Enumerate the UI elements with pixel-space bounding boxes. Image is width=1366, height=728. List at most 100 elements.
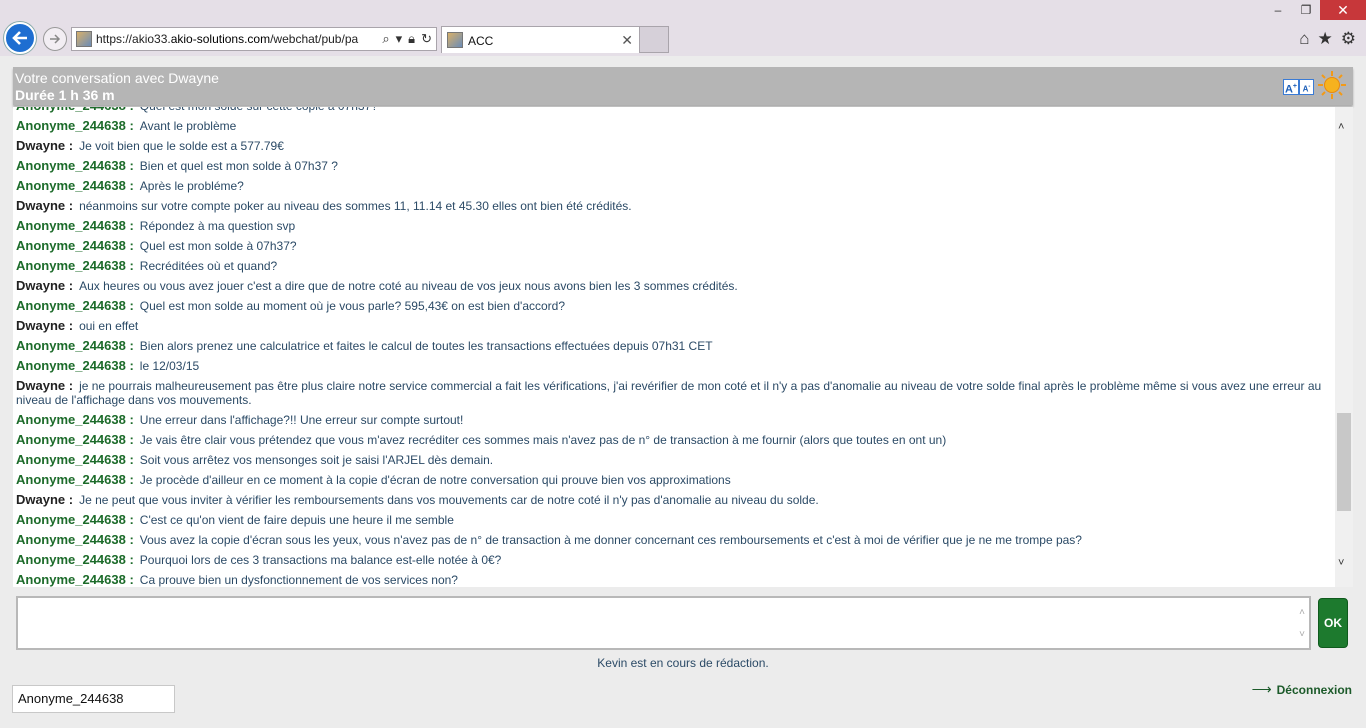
message-author: Anonyme_244638 : bbox=[16, 258, 134, 273]
message-author: Anonyme_244638 : bbox=[16, 412, 134, 427]
message-text: je ne pourrais malheureusement pas être … bbox=[16, 379, 1322, 407]
message-list: Anonyme_244638 : Quel est mon solde sur c… bbox=[16, 107, 1332, 587]
chat-message: Anonyme_244638 : Je procède d'ailleur en … bbox=[16, 472, 1332, 488]
chat-scrollbar[interactable]: ˄ ˅ bbox=[1335, 107, 1353, 587]
minimize-icon[interactable]: – bbox=[1264, 0, 1292, 20]
favorites-star-icon[interactable]: ★ bbox=[1318, 29, 1333, 49]
chat-message: Anonyme_244638 : Je vais être clair vous … bbox=[16, 432, 1332, 448]
message-text: Vous avez la copie d'écran sous les yeux… bbox=[139, 533, 1082, 547]
message-text: Aux heures ou vous avez jouer c'est a di… bbox=[79, 279, 738, 293]
tab-favicon-icon bbox=[447, 32, 463, 48]
chat-message: Anonyme_244638 : Quel est mon solde au mo… bbox=[16, 298, 1332, 314]
message-text: Avant le problème bbox=[139, 119, 237, 133]
message-author: Anonyme_244638 : bbox=[16, 512, 134, 527]
url-text: https://akio33.akio-solutions.com/webcha… bbox=[96, 32, 359, 46]
chat-message: Anonyme_244638 : Ca prouve bien un dysfon… bbox=[16, 572, 1332, 588]
address-bar[interactable]: https://akio33.akio-solutions.com/webcha… bbox=[71, 27, 437, 51]
dropdown-icon[interactable]: ▾ bbox=[396, 31, 403, 47]
chat-message: Dwayne : néanmoins sur votre compte poker… bbox=[16, 198, 1332, 214]
chat-message: Dwayne : je ne pourrais malheureusement p… bbox=[16, 378, 1332, 408]
sun-icon[interactable] bbox=[1317, 70, 1347, 100]
chat-message: Anonyme_244638 : le 12/03/15 bbox=[16, 358, 1332, 374]
search-icon[interactable]: ⌕ bbox=[382, 31, 389, 47]
message-author: Anonyme_244638 : bbox=[16, 118, 134, 133]
arrow-right-icon bbox=[50, 34, 61, 44]
nickname-field[interactable]: Anonyme_244638 bbox=[12, 685, 175, 713]
message-text: Ca prouve bien un dysfonctionnement de v… bbox=[139, 573, 458, 587]
message-author: Anonyme_244638 : bbox=[16, 572, 134, 587]
message-text: Bien alors prenez une calculatrice et fa… bbox=[139, 339, 713, 353]
chat-message: Anonyme_244638 : C'est ce qu'on vient de … bbox=[16, 512, 1332, 528]
compose-scrollbar[interactable]: ˄ ˅ bbox=[1299, 602, 1305, 646]
message-input[interactable] bbox=[20, 600, 1286, 646]
site-favicon-icon bbox=[76, 31, 92, 47]
message-author: Anonyme_244638 : bbox=[16, 432, 134, 447]
chat-transcript[interactable]: Anonyme_244638 : Quel est mon solde sur c… bbox=[13, 107, 1335, 587]
message-text: Je voit bien que le solde est a 577.79€ bbox=[79, 139, 284, 153]
message-author: Dwayne : bbox=[16, 378, 74, 393]
message-author: Dwayne : bbox=[16, 492, 74, 507]
scroll-up-icon[interactable]: ˄ bbox=[1338, 121, 1344, 133]
message-text: Recréditées où et quand? bbox=[139, 259, 278, 273]
settings-gear-icon[interactable]: ⚙ bbox=[1341, 29, 1356, 49]
chat-message: Anonyme_244638 : Soit vous arrêtez vos me… bbox=[16, 452, 1332, 468]
message-text: Pourquoi lors de ces 3 transactions ma b… bbox=[139, 553, 502, 567]
window-close-icon[interactable]: ✕ bbox=[1320, 0, 1366, 20]
conversation-duration: Durée 1 h 36 m bbox=[15, 87, 115, 103]
message-author: Anonyme_244638 : bbox=[16, 298, 134, 313]
restore-icon[interactable]: ❐ bbox=[1292, 0, 1320, 20]
send-button[interactable]: OK bbox=[1318, 598, 1348, 648]
message-author: Anonyme_244638 : bbox=[16, 472, 134, 487]
chat-message: Anonyme_244638 : Après le probléme? bbox=[16, 178, 1332, 194]
message-author: Anonyme_244638 : bbox=[16, 218, 134, 233]
message-text: Soit vous arrêtez vos mensonges soit je … bbox=[139, 453, 494, 467]
chat-message: Dwayne : Aux heures ou vous avez jouer c'… bbox=[16, 279, 1332, 294]
message-author: Dwayne : bbox=[16, 318, 74, 333]
message-author: Anonyme_244638 : bbox=[16, 358, 134, 373]
back-button[interactable] bbox=[4, 22, 36, 54]
message-author: Anonyme_244638 : bbox=[16, 238, 134, 253]
message-author: Anonyme_244638 : bbox=[16, 107, 134, 113]
message-text: Répondez à ma question svp bbox=[139, 219, 296, 233]
font-decrease-icon[interactable]: A- bbox=[1299, 79, 1314, 95]
message-text: Une erreur dans l'affichage?!! Une erreu… bbox=[139, 413, 464, 427]
message-author: Dwayne : bbox=[16, 138, 74, 153]
message-text: Je vais être clair vous prétendez que vo… bbox=[139, 433, 947, 447]
message-text: Quel est mon solde à 07h37? bbox=[139, 239, 297, 253]
font-increase-icon[interactable]: A+ bbox=[1283, 79, 1299, 96]
chat-message: Dwayne : Je ne peut que vous inviter à vé… bbox=[16, 492, 1332, 508]
chat-message: Dwayne : oui en effet bbox=[16, 318, 1332, 334]
message-author: Anonyme_244638 : bbox=[16, 452, 134, 467]
logout-label: Déconnexion bbox=[1276, 682, 1352, 697]
lock-icon[interactable]: 🔒︎ bbox=[408, 31, 415, 47]
message-author: Anonyme_244638 : bbox=[16, 338, 134, 353]
message-text: oui en effet bbox=[79, 319, 139, 333]
arrow-left-icon bbox=[12, 31, 27, 45]
conversation-title: Votre conversation avec Dwayne bbox=[15, 70, 219, 86]
chat-message: Anonyme_244638 : Bien et quel est mon sol… bbox=[16, 158, 1332, 174]
chat-message: Anonyme_244638 : Bien alors prenez une ca… bbox=[16, 338, 1332, 354]
message-author: Anonyme_244638 : bbox=[16, 552, 134, 567]
message-author: Anonyme_244638 : bbox=[16, 532, 134, 547]
message-author: Anonyme_244638 : bbox=[16, 158, 134, 173]
arrow-right-icon: ⟶ bbox=[1251, 681, 1272, 697]
message-author: Anonyme_244638 : bbox=[16, 178, 134, 193]
message-text: Quel est mon solde au moment où je vous … bbox=[139, 299, 566, 313]
chat-message: Anonyme_244638 : Répondez à ma question s… bbox=[16, 218, 1332, 234]
chat-message: Anonyme_244638 : Vous avez la copie d'écr… bbox=[16, 532, 1332, 548]
refresh-icon[interactable]: ↻ bbox=[421, 31, 432, 47]
message-text: Après le probléme? bbox=[139, 179, 244, 193]
close-tab-icon[interactable]: ✕ bbox=[621, 32, 633, 49]
home-icon[interactable]: ⌂ bbox=[1299, 29, 1309, 49]
message-text: Bien et quel est mon solde à 07h37 ? bbox=[139, 159, 338, 173]
message-author: Dwayne : bbox=[16, 198, 74, 213]
chat-message: Anonyme_244638 : Pourquoi lors de ces 3 t… bbox=[16, 552, 1332, 568]
logout-link[interactable]: ⟶ Déconnexion bbox=[1252, 681, 1352, 698]
chat-message: Anonyme_244638 : Quel est mon solde à 07h… bbox=[16, 238, 1332, 254]
browser-chrome: https://akio33.akio-solutions.com/webcha… bbox=[0, 0, 1366, 56]
browser-tab[interactable]: ACC ✕ bbox=[441, 26, 640, 53]
scroll-down-icon[interactable]: ˅ bbox=[1338, 557, 1344, 569]
scrollbar-thumb[interactable] bbox=[1337, 413, 1351, 511]
forward-button[interactable] bbox=[43, 27, 67, 51]
new-tab-button[interactable] bbox=[640, 26, 669, 53]
